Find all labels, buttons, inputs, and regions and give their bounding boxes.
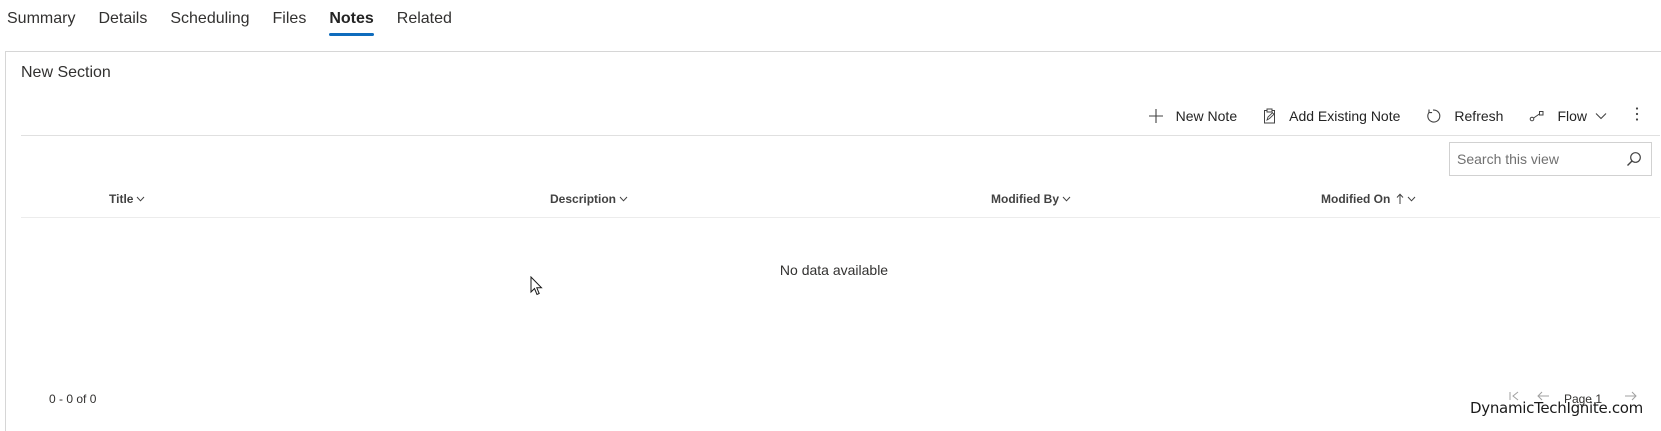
notes-section: New Section New Note Add Existing Note R… [5,51,1661,431]
command-bar: New Note Add Existing Note Refresh Flow [1122,102,1639,130]
search-box [1449,142,1652,176]
more-vertical-icon [1635,106,1639,127]
flow-label: Flow [1557,108,1587,124]
empty-grid-message: No data available [779,262,889,278]
add-existing-note-button[interactable]: Add Existing Note [1263,108,1400,124]
chevron-down-icon [619,196,628,202]
add-existing-note-label: Add Existing Note [1289,108,1401,124]
mouse-pointer-icon [530,275,543,301]
command-bar-divider [21,135,1660,136]
column-header-modified-on[interactable]: Modified On [1321,192,1416,206]
search-icon[interactable] [1626,151,1642,172]
refresh-label: Refresh [1454,108,1504,124]
chevron-down-icon [1595,112,1607,120]
record-count: 0 - 0 of 0 [49,392,97,406]
refresh-button[interactable]: Refresh [1426,108,1503,124]
chevron-down-icon [136,196,145,202]
new-note-label: New Note [1175,108,1238,124]
new-note-button[interactable]: New Note [1148,108,1237,124]
column-header-modified-by[interactable]: Modified By [991,192,1071,206]
column-description-label: Description [550,192,617,206]
flow-dropdown[interactable]: Flow [1529,108,1607,124]
refresh-icon [1426,108,1442,124]
column-header-title[interactable]: Title [109,192,145,206]
plus-icon [1148,108,1164,124]
tab-notes[interactable]: Notes [329,0,375,36]
search-input[interactable] [1450,150,1619,168]
column-modified-by-label: Modified By [991,192,1059,206]
more-commands-button[interactable] [1635,106,1639,127]
sort-ascending-icon [1396,193,1404,205]
notes-tab-page: Summary Details Scheduling Files Notes R… [0,0,1661,431]
grid-header-divider [21,217,1660,218]
clipboard-edit-icon [1263,108,1277,124]
tab-details[interactable]: Details [98,0,147,34]
tab-files[interactable]: Files [273,0,307,34]
watermark-text: DynamicTechIgnite.com [1470,399,1643,417]
tab-summary[interactable]: Summary [7,0,75,34]
chevron-down-icon [1407,196,1416,202]
chevron-down-icon [1062,196,1071,202]
tab-related[interactable]: Related [397,0,452,34]
column-modified-on-label: Modified On [1321,192,1391,206]
flow-icon [1529,109,1545,123]
tab-scheduling[interactable]: Scheduling [170,0,249,34]
section-title: New Section [21,64,111,81]
column-title-label: Title [109,192,134,206]
tab-bar: Summary Details Scheduling Files Notes R… [0,0,468,44]
column-header-description[interactable]: Description [550,192,628,206]
